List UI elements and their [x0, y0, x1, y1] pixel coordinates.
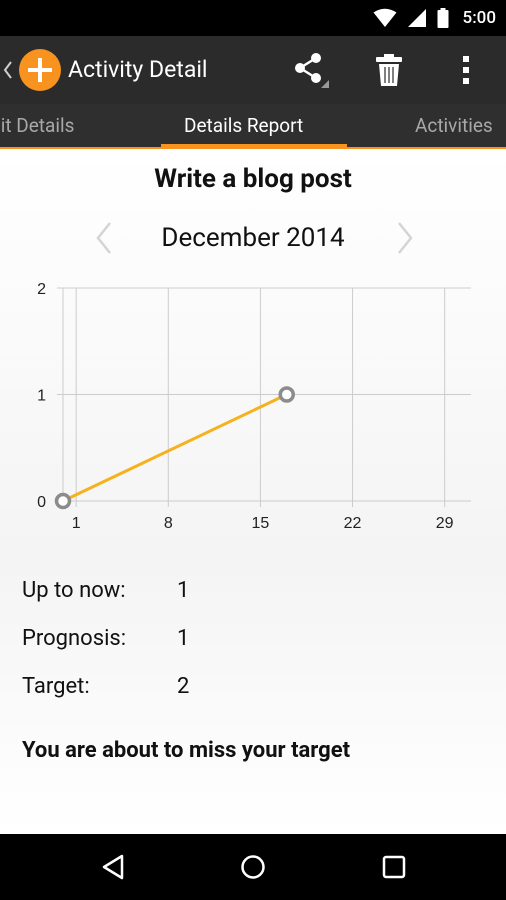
data-point [54, 492, 72, 510]
stat-value: 1 [177, 578, 190, 603]
x-tick-label: 1 [72, 515, 81, 532]
add-icon[interactable] [19, 49, 61, 91]
battery-icon [437, 8, 449, 28]
chart-canvas: 0 1 2 1 8 15 22 29 [37, 281, 471, 532]
recents-icon [382, 855, 406, 879]
y-tick-label: 0 [37, 494, 46, 511]
status-time: 5:00 [462, 8, 496, 28]
action-bar: Activity Detail [0, 36, 506, 104]
navigation-bar [0, 834, 506, 900]
y-tick-label: 1 [37, 388, 46, 405]
tab-bar: dit Details Details Report Activities [0, 104, 506, 148]
delete-button[interactable] [364, 36, 414, 104]
target-warning: You are about to miss your target [22, 738, 351, 763]
tab-details-report[interactable]: Details Report [184, 104, 303, 148]
stat-label: Target: [22, 674, 90, 699]
status-icons: 5:00 [373, 0, 496, 36]
overflow-menu-icon [463, 56, 469, 84]
progress-chart: 0 1 2 1 8 15 22 29 [0, 270, 506, 540]
trash-icon [376, 54, 402, 86]
home-button[interactable] [213, 834, 293, 900]
stat-value: 2 [177, 674, 190, 699]
chevron-left-icon[interactable] [3, 60, 13, 80]
data-point [278, 386, 295, 403]
month-label: December 2014 [161, 223, 345, 253]
stat-label: Up to now: [22, 578, 126, 603]
tab-edit-details[interactable]: dit Details [0, 104, 74, 148]
y-tick-label: 2 [37, 281, 46, 298]
stat-label: Prognosis: [22, 626, 127, 651]
tab-activities[interactable]: Activities [415, 104, 493, 148]
next-month-icon[interactable] [395, 220, 415, 256]
wifi-icon [373, 8, 397, 27]
x-tick-label: 8 [164, 515, 173, 532]
page-title: Activity Detail [68, 56, 208, 83]
x-tick-label: 22 [344, 515, 362, 532]
series-line [62, 393, 288, 503]
back-button[interactable] [73, 834, 153, 900]
share-icon [295, 53, 329, 88]
back-icon [102, 854, 124, 880]
home-icon [241, 855, 265, 879]
share-button[interactable] [284, 36, 336, 104]
activity-title: Write a blog post [154, 164, 352, 194]
x-tick-label: 15 [252, 515, 270, 532]
stat-value: 1 [177, 626, 190, 651]
status-bar: 5:00 [0, 0, 506, 36]
signal-icon [407, 9, 426, 27]
tab-active-indicator [161, 144, 347, 148]
x-tick-label: 29 [436, 515, 454, 532]
month-selector: December 2014 [0, 216, 506, 260]
overflow-menu-button[interactable] [446, 36, 486, 104]
recents-button[interactable] [354, 834, 434, 900]
